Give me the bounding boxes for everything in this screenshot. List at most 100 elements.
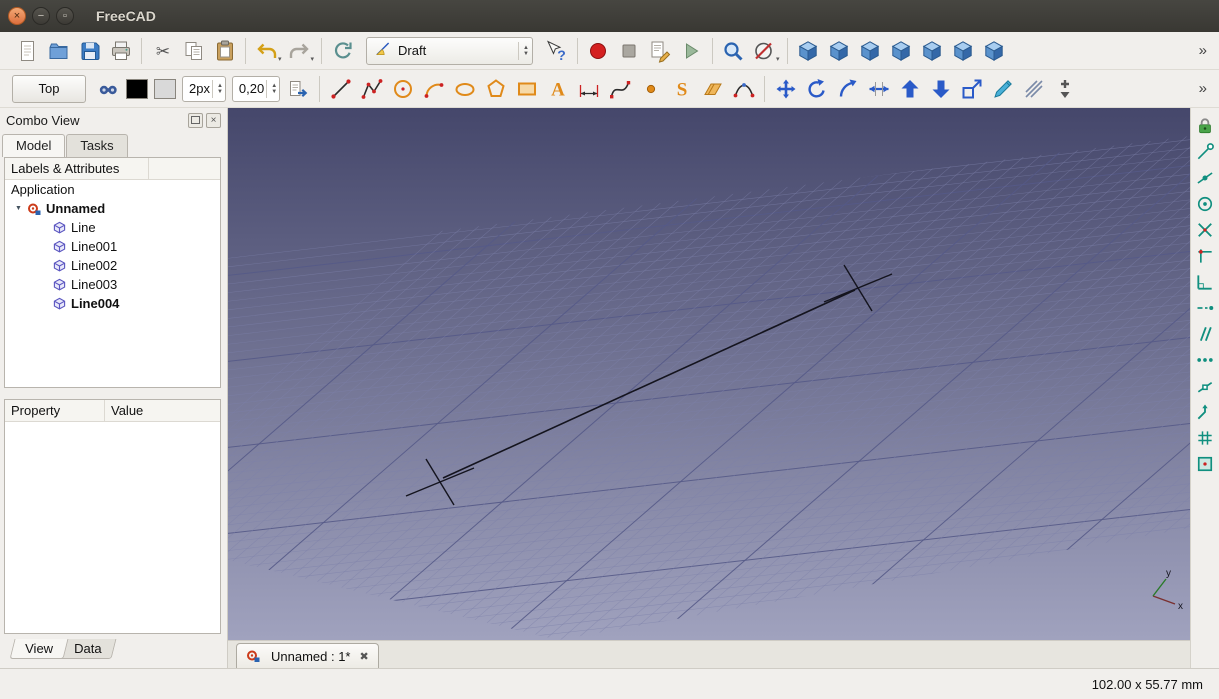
snap-perpendicular-toggle[interactable] [1193, 270, 1217, 294]
draft-wire-button[interactable] [356, 73, 387, 104]
whats-this-button[interactable]: ? [541, 35, 572, 66]
tree-item-line004[interactable]: Line004 [5, 294, 220, 313]
line-width-spinner[interactable]: 2px ▲ ▼ [182, 75, 226, 102]
property-column-header[interactable]: Property [5, 400, 105, 421]
draft-facebinder-button[interactable] [697, 73, 728, 104]
tree-item-line001[interactable]: Line001 [5, 237, 220, 256]
snap-grid-toggle[interactable] [1193, 426, 1217, 450]
tree-item-application[interactable]: Application [5, 180, 220, 199]
bottom-view-button[interactable] [948, 35, 979, 66]
close-panel-button[interactable]: × [206, 112, 221, 128]
rear-view-button[interactable] [917, 35, 948, 66]
snap-center-toggle[interactable] [1193, 192, 1217, 216]
construction-mode-toggle[interactable] [92, 73, 123, 104]
snap-special-toggle[interactable] [1193, 348, 1217, 372]
top-view-button[interactable] [855, 35, 886, 66]
snap-near-toggle[interactable] [1193, 374, 1217, 398]
text-size-spinner-arrows[interactable]: ▲ ▼ [266, 79, 277, 98]
macro-record-button[interactable] [583, 35, 614, 66]
tab-model[interactable]: Model [2, 134, 66, 157]
text-size-spinner[interactable]: 0,20 ▲ ▼ [231, 75, 281, 102]
3d-viewport[interactable]: xy [228, 108, 1190, 640]
snap-intersection-toggle[interactable] [1193, 244, 1217, 268]
left-view-button[interactable] [979, 35, 1010, 66]
draft-subelement-button[interactable] [1018, 73, 1049, 104]
draft-circle-button[interactable] [387, 73, 418, 104]
document-tab[interactable]: Unnamed : 1* ✖ [236, 643, 379, 668]
cut-button[interactable]: ✂ [147, 35, 178, 66]
draft-move-button[interactable] [770, 73, 801, 104]
print-button[interactable] [105, 35, 136, 66]
tab-tasks[interactable]: Tasks [66, 134, 128, 157]
draft-offset-button[interactable] [832, 73, 863, 104]
draft-rotate-button[interactable] [801, 73, 832, 104]
draft-rectangle-button[interactable] [511, 73, 542, 104]
macro-edit-button[interactable] [645, 35, 676, 66]
snap-endpoint-toggle[interactable] [1193, 140, 1217, 164]
undo-button-dropdown[interactable]: ▾ [278, 55, 282, 63]
close-window-button[interactable]: × [8, 7, 26, 25]
right-view-button[interactable] [886, 35, 917, 66]
draft-shapestring-button[interactable]: S [666, 73, 697, 104]
toolbar-draft-overflow[interactable]: » [1195, 80, 1211, 97]
3d-scene[interactable]: xy [228, 108, 1190, 640]
snap-ortho-toggle[interactable] [1193, 400, 1217, 424]
draft-polygon-button[interactable] [480, 73, 511, 104]
close-document-tab-button[interactable]: ✖ [360, 650, 369, 663]
draft-line-button[interactable] [325, 73, 356, 104]
value-column-header[interactable]: Value [105, 400, 149, 421]
save-document-button[interactable] [74, 35, 105, 66]
draft-text-button[interactable]: A [542, 73, 573, 104]
redo-button-dropdown[interactable]: ▾ [311, 55, 315, 63]
snap-workingplane-toggle[interactable] [1193, 452, 1217, 476]
draft-upgrade-button[interactable] [894, 73, 925, 104]
snap-parallel-toggle[interactable] [1193, 322, 1217, 346]
float-panel-button[interactable] [188, 112, 203, 128]
macro-stop-button[interactable] [614, 35, 645, 66]
fit-all-button[interactable] [718, 35, 749, 66]
draft-bspline-button[interactable] [604, 73, 635, 104]
snap-angle-toggle[interactable] [1193, 218, 1217, 242]
working-plane-button[interactable]: Top [12, 74, 86, 103]
expander-icon[interactable]: ▼ [15, 205, 27, 212]
tab-view[interactable]: View [9, 639, 69, 659]
draft-dimension-button[interactable] [573, 73, 604, 104]
front-view-button[interactable] [824, 35, 855, 66]
line-color-swatch[interactable] [126, 78, 148, 99]
draft-addpoint-button[interactable] [1049, 73, 1080, 104]
new-document-button[interactable] [12, 35, 43, 66]
tree-item-line003[interactable]: Line003 [5, 275, 220, 294]
draw-style-button-dropdown[interactable]: ▾ [776, 55, 780, 63]
tree-item-line[interactable]: Line [5, 218, 220, 237]
workbench-selector-value: Draft [398, 43, 427, 58]
workbench-selector-spinner[interactable]: ▲ ▼ [518, 41, 529, 60]
minimize-window-button[interactable]: − [32, 7, 50, 25]
draft-trimex-button[interactable] [863, 73, 894, 104]
draft-arc-button[interactable] [418, 73, 449, 104]
draft-bezier-button[interactable] [728, 73, 759, 104]
refresh-button[interactable] [327, 35, 358, 66]
snap-midpoint-toggle[interactable] [1193, 166, 1217, 190]
property-editor: Property Value [4, 399, 221, 634]
toolbar-file-overflow[interactable]: » [1195, 42, 1211, 59]
axonometric-view-button[interactable] [793, 35, 824, 66]
macro-execute-button[interactable] [676, 35, 707, 66]
draft-downgrade-button[interactable] [925, 73, 956, 104]
snap-lock-toggle[interactable] [1193, 114, 1217, 138]
line-width-spinner-arrows[interactable]: ▲ ▼ [211, 79, 223, 98]
paste-button[interactable] [209, 35, 240, 66]
snap-extension-toggle[interactable] [1193, 296, 1217, 320]
draft-ellipse-button[interactable] [449, 73, 480, 104]
apply-style-button[interactable] [283, 73, 314, 104]
workbench-selector[interactable]: Draft ▲ ▼ [366, 36, 533, 65]
draft-scale-button[interactable] [956, 73, 987, 104]
tree-item-document[interactable]: ▼ Unnamed [5, 199, 220, 218]
tree-column-header[interactable]: Labels & Attributes [5, 158, 220, 180]
copy-button[interactable] [178, 35, 209, 66]
maximize-window-button[interactable]: ▫ [56, 7, 74, 25]
draft-point-button[interactable] [635, 73, 666, 104]
draft-edit-button[interactable] [987, 73, 1018, 104]
face-color-swatch[interactable] [154, 78, 176, 99]
open-document-button[interactable] [43, 35, 74, 66]
tree-item-line002[interactable]: Line002 [5, 256, 220, 275]
